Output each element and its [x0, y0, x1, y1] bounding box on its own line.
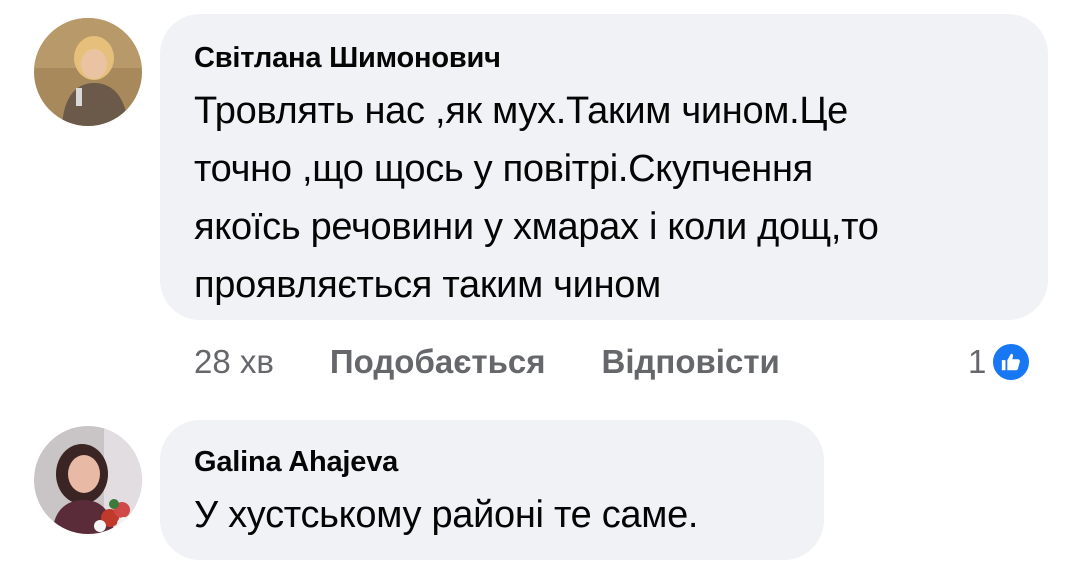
avatar-photo	[34, 18, 142, 126]
comment-author[interactable]: Galina Ahajeva	[194, 440, 794, 484]
like-icon	[990, 341, 1033, 383]
reaction-count: 1	[968, 343, 987, 380]
comment-text: У хустському районі те саме.	[194, 494, 699, 536]
comment-author[interactable]: Світлана Шимонович	[194, 36, 1018, 80]
reply-button[interactable]: Відповісти	[601, 343, 779, 381]
comment-actions: 28 хв Подобається Відповісти	[194, 338, 836, 386]
comment-bubble: Світлана Шимонович Тровлять нас ,як мух.…	[160, 14, 1048, 320]
comment-timestamp[interactable]: 28 хв	[194, 343, 274, 381]
avatar[interactable]	[34, 426, 142, 534]
reaction-summary[interactable]: 1	[968, 338, 1033, 386]
like-button[interactable]: Подобається	[330, 343, 546, 381]
comment-thread: Світлана Шимонович Тровлять нас ,як мух.…	[0, 0, 1080, 564]
comment-text: Тровлять нас ,як мух.Таким чином.Це точн…	[194, 90, 879, 306]
avatar[interactable]	[34, 18, 142, 126]
avatar-photo	[34, 426, 142, 534]
comment-bubble: Galina Ahajeva У хустському районі те са…	[160, 420, 824, 560]
